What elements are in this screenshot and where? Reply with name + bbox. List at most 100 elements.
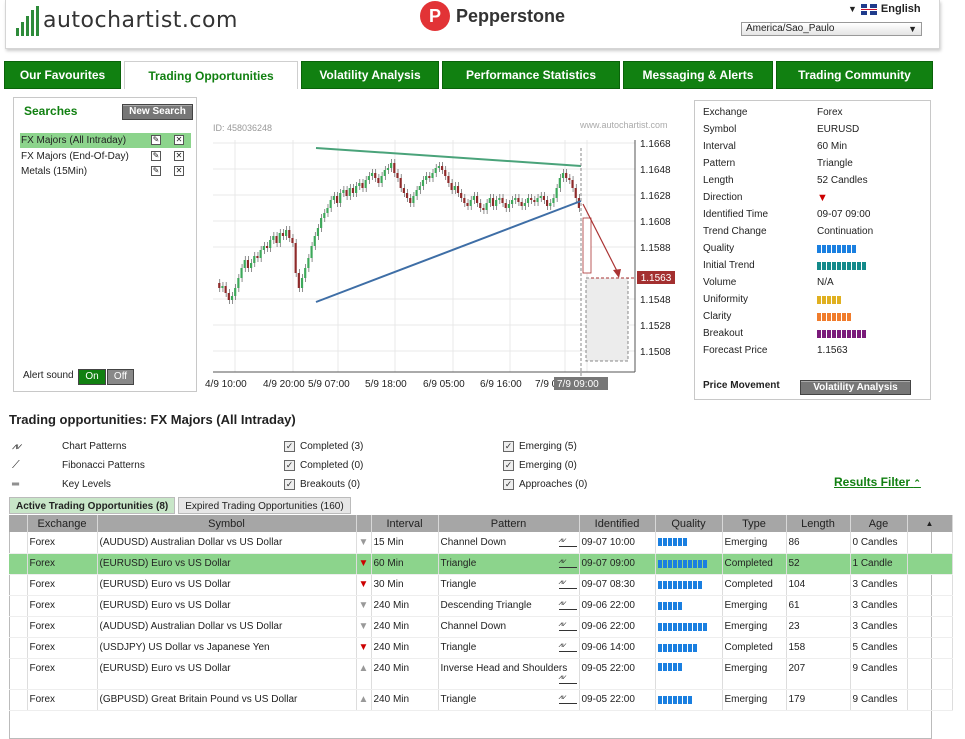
- col-identified[interactable]: Identified: [579, 515, 656, 532]
- filter-completed-patterns[interactable]: ✓ Completed (3): [284, 439, 363, 453]
- delete-icon[interactable]: ✕: [174, 151, 184, 161]
- table-row[interactable]: Forex (EURUSD) Euro vs US Dollar ▼ 240 Min D…: [9, 595, 953, 617]
- x-tick-label: 7/9 09:00: [557, 379, 599, 390]
- col-symbol[interactable]: Symbol: [97, 515, 357, 532]
- search-item[interactable]: Metals (15Min) ✎ ✕: [20, 164, 191, 179]
- new-search-button[interactable]: New Search: [122, 104, 193, 120]
- col-type[interactable]: Type: [722, 515, 787, 532]
- filter-emerging-patterns[interactable]: ✓ Emerging (5): [503, 439, 577, 453]
- tab-our-favourites[interactable]: Our Favourites: [4, 61, 121, 89]
- cell-pattern: Triangle ⩘⩗: [438, 553, 580, 575]
- tab-active-opportunities[interactable]: Active Trading Opportunities (8): [9, 497, 176, 514]
- info-value: 52 Candles: [817, 175, 868, 186]
- volatility-analysis-button[interactable]: Volatility Analysis: [800, 380, 911, 395]
- forecast-box: [585, 277, 629, 362]
- edit-icon[interactable]: ✎: [151, 166, 161, 176]
- table-row[interactable]: Forex (GBPUSD) Great Britain Pound vs US …: [9, 689, 953, 711]
- cell-exchange: Forex: [27, 574, 98, 596]
- checkbox-checked[interactable]: ✓: [284, 478, 295, 490]
- tab-trading-opportunities[interactable]: Trading Opportunities: [124, 61, 298, 89]
- pattern-label: Triangle: [440, 642, 477, 653]
- delete-icon[interactable]: ✕: [174, 135, 184, 145]
- row-end: [907, 637, 953, 659]
- language-label: English: [880, 3, 921, 15]
- direction-arrow-icon: ▼: [356, 616, 372, 638]
- col-exchange[interactable]: Exchange: [27, 515, 98, 532]
- row-spacer: [9, 637, 28, 659]
- direction-arrow-icon: ▲: [356, 658, 372, 690]
- cell-length: 23: [786, 616, 851, 638]
- checkbox-checked[interactable]: ✓: [503, 440, 514, 452]
- col-pattern[interactable]: Pattern: [438, 515, 580, 532]
- tab-trading-community[interactable]: Trading Community: [776, 61, 933, 89]
- checkbox-checked[interactable]: ✓: [503, 478, 514, 490]
- cell-quality: [655, 553, 723, 575]
- gauge-bar: [817, 330, 927, 338]
- cell-quality: [655, 637, 723, 659]
- filter-breakouts[interactable]: ✓ Breakouts (0): [284, 477, 360, 491]
- edit-icon[interactable]: ✎: [151, 135, 161, 145]
- cell-symbol: (GBPUSD) Great Britain Pound vs US Dolla…: [97, 689, 357, 711]
- cell-interval: 240 Min: [371, 658, 439, 690]
- checkbox-checked[interactable]: ✓: [284, 459, 295, 471]
- legend-fibonacci: ⟋ Fibonacci Patterns: [12, 458, 145, 472]
- table-row[interactable]: Forex (AUDUSD) Australian Dollar vs US Do…: [9, 616, 953, 638]
- alert-off-toggle[interactable]: Off: [107, 369, 134, 385]
- alert-on-toggle[interactable]: On: [78, 369, 106, 385]
- quality-bar: [657, 695, 722, 704]
- table-row[interactable]: Forex (EURUSD) Euro vs US Dollar ▼ 30 Min Tr…: [9, 574, 953, 596]
- info-value: N/A: [817, 277, 834, 288]
- info-value: [817, 293, 927, 304]
- cell-age: 9 Candles: [850, 689, 908, 711]
- filter-label: Completed (3): [300, 440, 364, 452]
- gauge-bar: [817, 296, 927, 304]
- checkbox-checked[interactable]: ✓: [284, 440, 295, 452]
- delete-icon[interactable]: ✕: [174, 166, 184, 176]
- tab-expired-opportunities[interactable]: Expired Trading Opportunities (160): [178, 497, 351, 514]
- pattern-label: Triangle: [440, 694, 477, 705]
- col-length[interactable]: Length: [786, 515, 851, 532]
- header-spacer: [9, 515, 28, 532]
- x-tick-label: 5/9 07:00: [308, 379, 350, 390]
- cell-symbol: (AUDUSD) Australian Dollar vs US Dollar: [97, 532, 357, 554]
- col-quality[interactable]: Quality: [655, 515, 723, 532]
- cell-length: 86: [786, 532, 851, 554]
- checkbox-checked[interactable]: ✓: [503, 459, 514, 471]
- results-filter-link[interactable]: Results Filter ⌃: [834, 475, 921, 489]
- filter-emerging-fib[interactable]: ✓ Emerging (0): [503, 458, 577, 472]
- legend-label: Chart Patterns: [62, 440, 127, 452]
- filter-label: Completed (0): [300, 459, 364, 471]
- tab-performance-statistics[interactable]: Performance Statistics: [442, 61, 620, 89]
- info-key: Exchange: [703, 107, 748, 118]
- timezone-select[interactable]: America/Sao_Paulo ▼: [741, 22, 922, 36]
- table-row[interactable]: Forex (EURUSD) Euro vs US Dollar ▼ 60 Min Tr…: [9, 553, 953, 575]
- search-item[interactable]: FX Majors (All Intraday) ✎ ✕: [20, 133, 191, 148]
- table-row[interactable]: Forex (AUDUSD) Australian Dollar vs US Do…: [9, 532, 953, 554]
- fibonacci-icon: ⟋: [12, 458, 20, 471]
- table-row[interactable]: Forex (EURUSD) Euro vs US Dollar ▲ 240 Min I…: [9, 658, 953, 690]
- col-age[interactable]: Age: [850, 515, 908, 532]
- legend-label: Fibonacci Patterns: [62, 459, 145, 471]
- table-row[interactable]: Forex (USDJPY) US Dollar vs Japanese Yen ▼…: [9, 637, 953, 659]
- sort-asc-icon[interactable]: ▲: [907, 515, 953, 532]
- edit-icon[interactable]: ✎: [151, 151, 161, 161]
- price-chart[interactable]: 1.1668 1.1648 1.1628 1.1608 1.1588 1.1563 1.15…: [205, 118, 685, 393]
- cell-quality: [655, 689, 723, 711]
- language-selector[interactable]: ▼ English: [848, 3, 921, 15]
- autochartist-logo[interactable]: autochartist.com: [16, 2, 238, 36]
- filter-approaches[interactable]: ✓ Approaches (0): [503, 477, 587, 491]
- col-interval[interactable]: Interval: [371, 515, 439, 532]
- info-key: Initial Trend: [703, 260, 755, 271]
- cell-quality: [655, 532, 723, 554]
- tab-volatility-analysis[interactable]: Volatility Analysis: [301, 61, 439, 89]
- cell-identified: 09-05 22:00: [579, 689, 656, 711]
- legend-label: Key Levels: [62, 478, 111, 490]
- row-end: [907, 532, 953, 554]
- tab-messaging-alerts[interactable]: Messaging & Alerts: [623, 61, 773, 89]
- cell-exchange: Forex: [27, 637, 98, 659]
- search-item[interactable]: FX Majors (End-Of-Day) ✎ ✕: [20, 149, 191, 164]
- cell-interval: 15 Min: [371, 532, 439, 554]
- alert-sound-label: Alert sound: [23, 370, 74, 381]
- cell-exchange: Forex: [27, 532, 98, 554]
- filter-completed-fib[interactable]: ✓ Completed (0): [284, 458, 363, 472]
